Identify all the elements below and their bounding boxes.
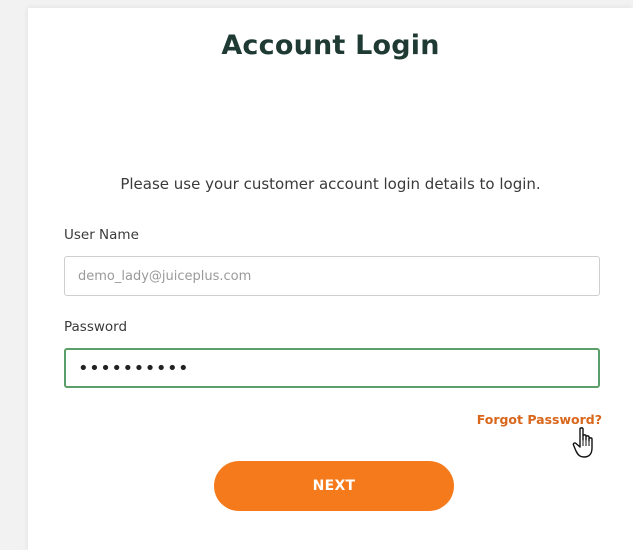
hand-pointer-icon	[572, 427, 593, 458]
username-input[interactable]: demo_lady@juiceplus.com	[64, 256, 600, 296]
login-card: Account Login Please use your customer a…	[28, 8, 633, 550]
next-button[interactable]: NEXT	[214, 461, 454, 511]
password-input[interactable]: ••••••••••	[64, 348, 600, 388]
username-label: User Name	[64, 227, 139, 243]
username-value: demo_lady@juiceplus.com	[78, 268, 252, 284]
forgot-password-link[interactable]: Forgot Password?	[477, 412, 602, 427]
login-instructions: Please use your customer account login d…	[120, 175, 541, 193]
page-title: Account Login	[221, 30, 440, 61]
password-value: ••••••••••	[78, 357, 190, 379]
password-label: Password	[64, 319, 128, 335]
